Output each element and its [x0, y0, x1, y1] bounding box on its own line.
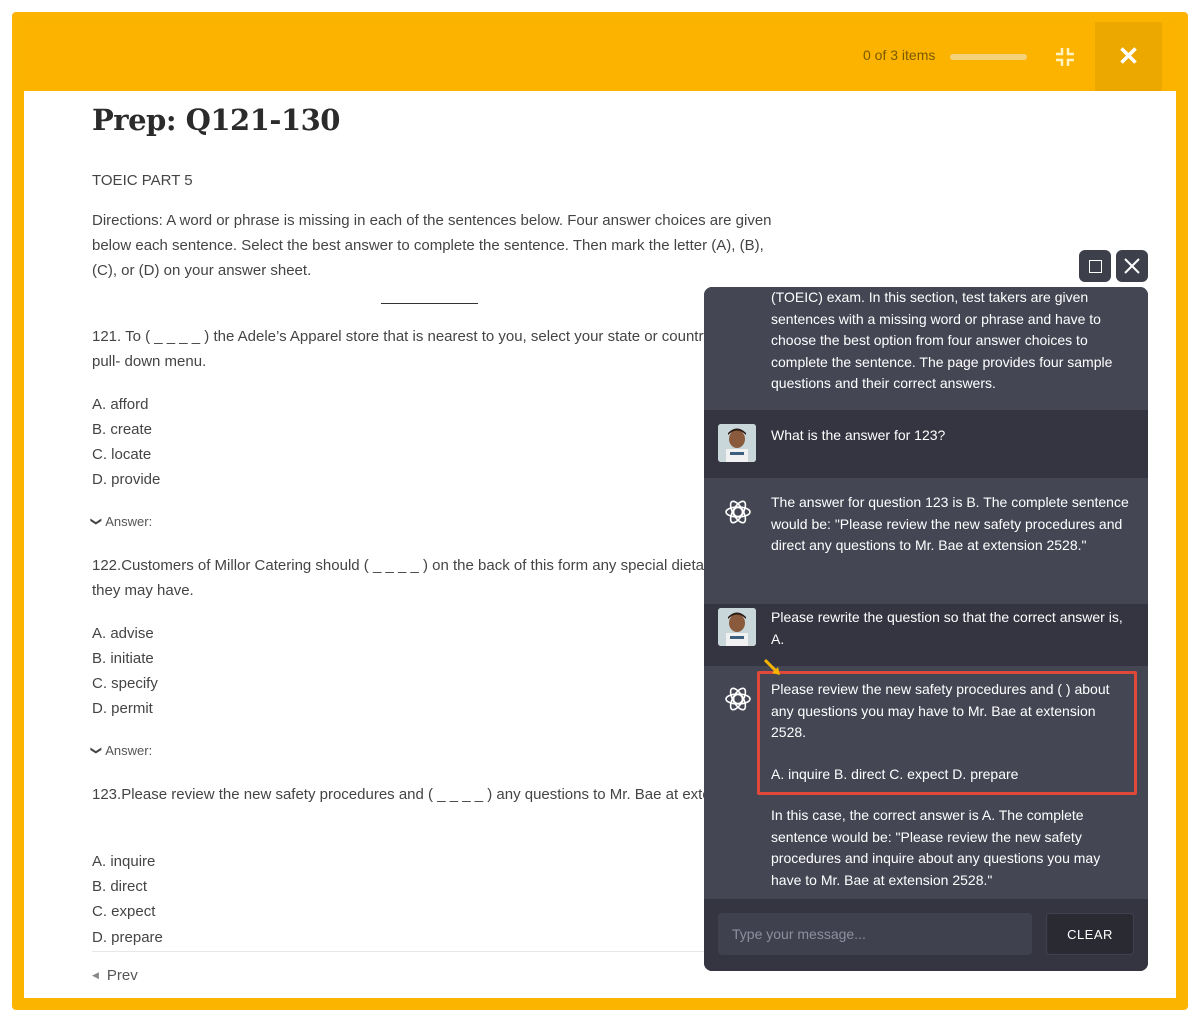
user-avatar-icon — [718, 424, 756, 462]
question-121: 121. To ( _ _ _ _ ) the Adele’s Apparel … — [92, 328, 771, 370]
footer-divider — [92, 951, 704, 952]
close-icon — [1124, 258, 1140, 274]
collapse-button[interactable] — [1050, 42, 1080, 72]
answer-label: Answer: — [105, 514, 153, 529]
lesson-subtitle: TOEIC PART 5 — [92, 172, 193, 189]
progress-bar — [950, 54, 1027, 60]
message-text: (TOEIC) exam. In this section, test take… — [771, 289, 1113, 392]
caret-left-icon: ◀ — [92, 970, 99, 980]
collapse-icon — [1056, 48, 1074, 66]
user-avatar — [718, 608, 756, 646]
choice-123-b: B. direct — [92, 878, 148, 895]
choice-123-d: D. prepare — [92, 929, 163, 946]
close-button[interactable]: ✕ — [1095, 22, 1162, 91]
chat-message-bot: The answer for question 123 is B. The co… — [704, 478, 1148, 604]
choice-122-d: D. permit — [92, 700, 153, 717]
clear-button[interactable]: CLEAR — [1046, 913, 1134, 955]
choice-121-a: A. afford — [92, 396, 149, 413]
chat-message-input[interactable] — [718, 913, 1032, 955]
choice-121-d: D. provide — [92, 471, 161, 488]
openai-icon — [725, 500, 751, 524]
user-avatar-icon — [718, 608, 756, 646]
close-icon: ✕ — [1117, 41, 1140, 71]
chevron-down-icon: ❯ — [90, 516, 103, 527]
choice-121-b: B. create — [92, 421, 153, 438]
chat-panel: (TOEIC) exam. In this section, test take… — [704, 287, 1148, 971]
maximize-icon — [1088, 259, 1102, 273]
chat-message-user: Please rewrite the question so that the … — [704, 604, 1148, 666]
pointer-arrow-icon — [764, 659, 780, 675]
choice-123-a: A. inquire — [92, 853, 156, 870]
choice-123-c: C. expect — [92, 903, 156, 920]
divider — [381, 303, 478, 304]
question-123: 123.Please review the new safety procedu… — [92, 786, 789, 803]
chat-input-bar: CLEAR — [704, 899, 1148, 971]
chevron-down-icon: ❯ — [90, 745, 103, 756]
answer-toggle-122[interactable]: ❯ Answer: — [90, 743, 153, 758]
highlight-box — [757, 671, 1137, 795]
prev-button[interactable]: ◀ Prev — [92, 967, 138, 984]
choice-122-c: C. specify — [92, 675, 158, 692]
prev-label: Prev — [106, 967, 138, 984]
message-text: Please rewrite the question so that the … — [771, 609, 1123, 647]
chat-message-bot: (TOEIC) exam. In this section, test take… — [704, 287, 1148, 410]
answer-label: Answer: — [105, 743, 153, 758]
maximize-button[interactable] — [1079, 250, 1111, 282]
openai-icon — [725, 687, 751, 711]
chat-message-user: What is the answer for 123? — [704, 410, 1148, 478]
page-title: Prep: Q121-130 — [92, 103, 340, 137]
directions-text: Directions: A word or phrase is missing … — [92, 212, 772, 279]
progress-text: 0 of 3 items — [863, 47, 936, 63]
question-122: 122.Customers of Millor Catering should … — [92, 557, 762, 599]
user-avatar — [718, 424, 756, 462]
choice-122-a: A. advise — [92, 625, 154, 642]
choice-122-b: B. initiate — [92, 650, 154, 667]
chat-close-button[interactable] — [1116, 250, 1148, 282]
message-text: In this case, the correct answer is A. T… — [771, 807, 1101, 888]
answer-toggle-121[interactable]: ❯ Answer: — [90, 514, 153, 529]
message-text: What is the answer for 123? — [771, 427, 946, 443]
choice-121-c: C. locate — [92, 446, 152, 463]
message-text: The answer for question 123 is B. The co… — [771, 494, 1129, 554]
